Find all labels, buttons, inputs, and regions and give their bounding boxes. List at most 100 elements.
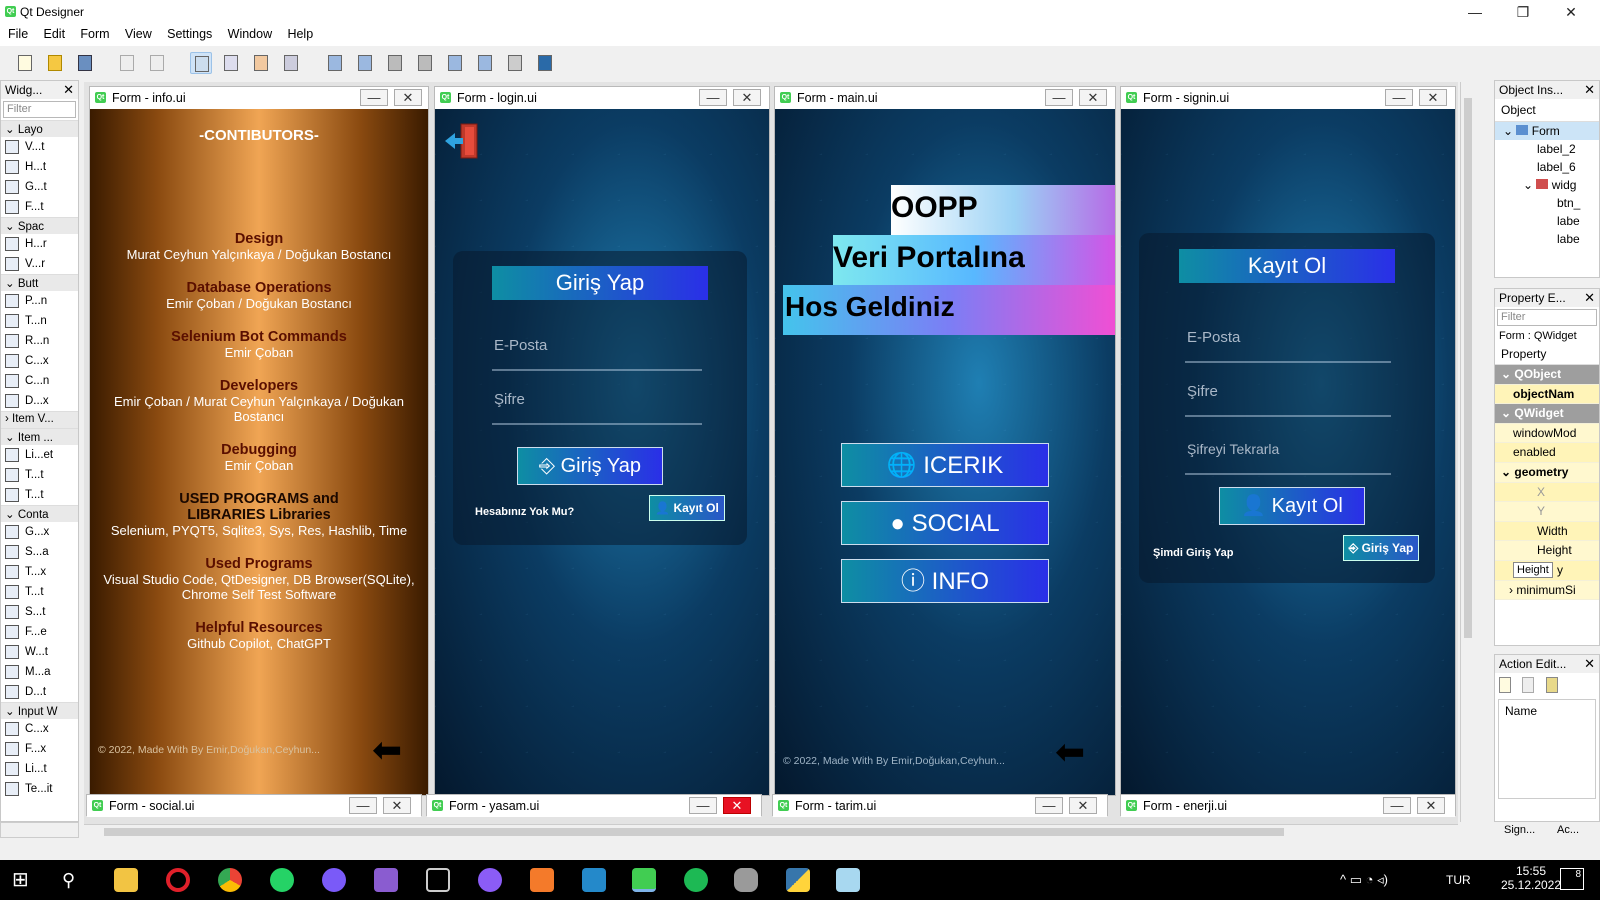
password-repeat-field[interactable]: Şifreyi Tekrarla xyxy=(1185,439,1391,475)
break-layout-icon[interactable] xyxy=(504,52,526,74)
layout-form-icon[interactable] xyxy=(474,52,496,74)
copy-action-icon[interactable] xyxy=(1522,677,1535,693)
category-layouts[interactable]: ⌄ Layo xyxy=(1,120,78,137)
scrollbar-thumb[interactable] xyxy=(104,828,1284,836)
notifications-icon[interactable]: 8 xyxy=(1560,868,1584,890)
back-arrow-icon[interactable]: ⬅ xyxy=(1055,731,1085,773)
save-file-icon[interactable] xyxy=(74,52,96,74)
chrome-icon[interactable] xyxy=(218,868,242,892)
layout-vertical-icon[interactable] xyxy=(354,52,376,74)
close-icon[interactable]: ✕ xyxy=(1419,89,1447,106)
icerik-button[interactable]: 🌐 ICERIK xyxy=(841,443,1049,487)
menu-file[interactable]: File xyxy=(2,24,34,44)
form-title-bar[interactable]: Qt Form - enerji.ui — ✕ xyxy=(1121,795,1455,817)
close-icon[interactable]: ✕ xyxy=(733,89,761,106)
form-title-bar[interactable]: Qt Form - login.ui — ✕ xyxy=(435,87,769,109)
windows-start-icon[interactable]: ⊞ xyxy=(12,868,36,892)
form-title-bar[interactable]: Qt Form - signin.ui — ✕ xyxy=(1121,87,1455,109)
paste-action-icon[interactable] xyxy=(1545,677,1558,693)
clock[interactable]: 15:55 25.12.2022 xyxy=(1496,864,1566,892)
category-buttons[interactable]: ⌄ Butt xyxy=(1,274,78,291)
menu-settings[interactable]: Settings xyxy=(161,24,218,44)
widget-dock-widget[interactable]: D...t xyxy=(1,682,78,702)
property-row[interactable]: › minimumSi xyxy=(1495,580,1599,601)
language-indicator[interactable]: TUR xyxy=(1446,873,1471,887)
tab-signal-slot[interactable]: Sign... xyxy=(1494,822,1551,840)
widget-radio-button[interactable]: R...n xyxy=(1,331,78,351)
minimize-icon[interactable]: — xyxy=(1383,797,1411,814)
cut-icon[interactable] xyxy=(116,52,138,74)
python-icon[interactable] xyxy=(786,868,810,892)
vscode-icon[interactable] xyxy=(582,868,606,892)
close-icon[interactable]: ✕ xyxy=(383,797,411,814)
category-spacers[interactable]: ⌄ Spac xyxy=(1,217,78,234)
minimize-icon[interactable]: — xyxy=(689,797,717,814)
property-group-geometry[interactable]: ⌄ geometry xyxy=(1495,462,1599,483)
opera-icon[interactable] xyxy=(166,868,190,892)
form-window-yasam-minimized[interactable]: Qt Form - yasam.ui — ✕ xyxy=(426,794,762,817)
minimize-icon[interactable]: — xyxy=(699,89,727,106)
menu-window[interactable]: Window xyxy=(222,24,278,44)
info-button[interactable]: ⓘ INFO xyxy=(841,559,1049,603)
widget-check-box[interactable]: C...x xyxy=(1,351,78,371)
property-group-qwidget[interactable]: ⌄ QWidget xyxy=(1495,404,1599,424)
form-window-enerji-minimized[interactable]: Qt Form - enerji.ui — ✕ xyxy=(1120,794,1456,817)
file-explorer-icon[interactable] xyxy=(114,868,138,892)
email-field[interactable]: E-Posta xyxy=(492,335,702,371)
unity-icon[interactable] xyxy=(426,868,450,892)
minimize-icon[interactable]: — xyxy=(1045,89,1073,106)
widget-filter-input[interactable]: Filter xyxy=(3,101,76,118)
category-item-widgets[interactable]: ⌄ Item ... xyxy=(1,428,78,445)
widget-tab-widget[interactable]: T...t xyxy=(1,582,78,602)
form-title-bar[interactable]: Qt Form - info.ui — ✕ xyxy=(90,87,428,109)
menu-form[interactable]: Form xyxy=(74,24,115,44)
widget-tool-button[interactable]: T...n xyxy=(1,311,78,331)
widget-frame[interactable]: F...e xyxy=(1,622,78,642)
db-browser-icon[interactable] xyxy=(734,868,758,892)
discord-icon[interactable] xyxy=(322,868,346,892)
form-title-bar[interactable]: Qt Form - tarim.ui — ✕ xyxy=(773,795,1107,817)
widget-box-scrollbar[interactable] xyxy=(0,822,79,838)
close-icon[interactable]: ✕ xyxy=(1079,89,1107,106)
widget-combo-box[interactable]: C...x xyxy=(1,719,78,739)
widget-list-widget[interactable]: Li...et xyxy=(1,445,78,465)
mdi-vertical-scrollbar[interactable] xyxy=(1460,82,1474,822)
widget-push-button[interactable]: P...n xyxy=(1,291,78,311)
minimize-button[interactable]: — xyxy=(1452,0,1498,24)
form-title-bar[interactable]: Qt Form - yasam.ui — ✕ xyxy=(427,795,761,817)
property-group-qobject[interactable]: ⌄ QObject xyxy=(1495,365,1599,385)
github-desktop-icon[interactable] xyxy=(478,868,502,892)
open-file-icon[interactable] xyxy=(44,52,66,74)
object-item-form[interactable]: ⌄ Form xyxy=(1495,122,1599,140)
new-file-icon[interactable] xyxy=(14,52,36,74)
category-input-widgets[interactable]: ⌄ Input W xyxy=(1,702,78,719)
property-row[interactable]: Width xyxy=(1495,521,1599,542)
edit-signals-icon[interactable] xyxy=(220,52,242,74)
widget-v-spacer[interactable]: V...r xyxy=(1,254,78,274)
object-item[interactable]: btn_ xyxy=(1495,194,1599,212)
object-item[interactable]: label_2 xyxy=(1495,140,1599,158)
edit-tab-order-icon[interactable] xyxy=(280,52,302,74)
widget-h-spacer[interactable]: H...r xyxy=(1,234,78,254)
layout-v-splitter-icon[interactable] xyxy=(414,52,436,74)
login-button[interactable]: ⎆ Giriş Yap xyxy=(517,447,663,485)
visual-studio-icon[interactable] xyxy=(374,868,398,892)
edit-widgets-icon[interactable] xyxy=(190,52,212,74)
qt-designer-taskbar-icon[interactable] xyxy=(632,868,656,892)
widget-vertical-layout[interactable]: V...t xyxy=(1,137,78,157)
widget-dialog-button-box[interactable]: D...x xyxy=(1,391,78,411)
object-item-widget[interactable]: ⌄ widg xyxy=(1495,176,1599,194)
close-icon[interactable]: ✕ xyxy=(63,82,74,98)
minimize-icon[interactable]: — xyxy=(1385,89,1413,106)
social-button[interactable]: ● SOCIAL xyxy=(841,501,1049,545)
object-item[interactable]: labe xyxy=(1495,230,1599,248)
sublime-icon[interactable] xyxy=(530,868,554,892)
widget-mdi-area[interactable]: M...a xyxy=(1,662,78,682)
spotify-icon[interactable] xyxy=(684,868,708,892)
widget-form-layout[interactable]: F...t xyxy=(1,197,78,217)
menu-edit[interactable]: Edit xyxy=(38,24,72,44)
layout-grid-icon[interactable] xyxy=(444,52,466,74)
property-row[interactable]: enabled xyxy=(1495,443,1599,463)
register-button[interactable]: 👤 Kayıt Ol xyxy=(649,495,725,521)
property-row[interactable]: windowMod xyxy=(1495,423,1599,444)
